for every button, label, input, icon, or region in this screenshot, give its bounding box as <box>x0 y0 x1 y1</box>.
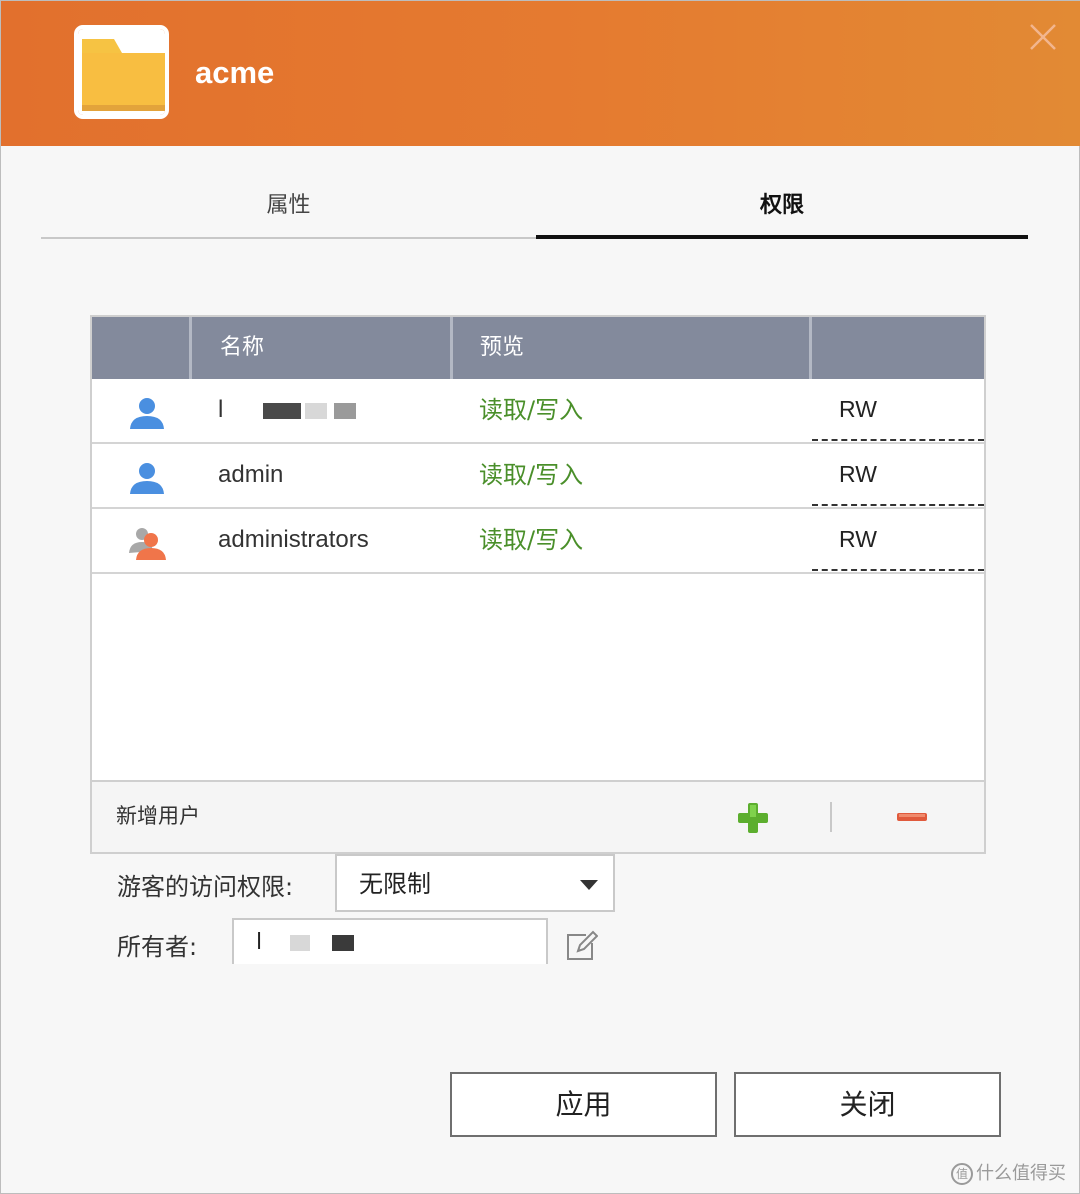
chevron-down-icon <box>580 880 598 890</box>
redacted-block <box>334 402 357 419</box>
minus-icon[interactable] <box>896 812 928 822</box>
toolbar-divider <box>830 802 832 832</box>
folder-icon <box>74 25 169 119</box>
row-name: admin <box>218 461 284 488</box>
table-header: 名称 预览 <box>92 317 984 379</box>
group-icon <box>129 528 166 560</box>
redacted-block <box>332 935 355 951</box>
access-level-select[interactable]: RW <box>812 456 984 506</box>
guest-access-select[interactable]: 无限制 <box>335 854 615 912</box>
column-divider[interactable] <box>809 317 812 379</box>
apply-button[interactable]: 应用 <box>450 1072 717 1137</box>
tab-properties[interactable]: 属性 <box>41 181 536 239</box>
user-icon <box>130 398 164 429</box>
table-row[interactable]: admin 读取/写入 RW <box>92 444 984 509</box>
row-name: l <box>218 379 357 441</box>
access-level-select[interactable]: RW <box>812 521 984 571</box>
column-divider[interactable] <box>450 317 453 379</box>
tab-bar: 属性 权限 <box>41 181 1033 239</box>
dialog-header: acme <box>1 1 1080 146</box>
edit-icon[interactable] <box>564 929 598 963</box>
user-icon <box>130 463 164 494</box>
folder-properties-dialog: acme 属性 权限 名称 预览 l 读取/写入 RW admin 读取/写入 … <box>0 0 1080 1194</box>
close-icon[interactable] <box>1027 21 1059 53</box>
permissions-table: 名称 预览 l 读取/写入 RW admin 读取/写入 RW administ… <box>90 315 986 854</box>
dialog-title: acme <box>195 55 275 90</box>
redacted-block <box>305 402 328 419</box>
column-header-preview[interactable]: 预览 <box>480 317 524 379</box>
redacted-block <box>262 402 301 419</box>
table-row[interactable]: l 读取/写入 RW <box>92 379 984 444</box>
row-name: administrators <box>218 526 369 553</box>
table-row[interactable]: administrators 读取/写入 RW <box>92 509 984 574</box>
guest-access-label: 游客的访问权限: <box>117 873 294 901</box>
column-divider[interactable] <box>189 317 192 379</box>
guest-access-value: 无限制 <box>359 870 431 898</box>
tab-permissions[interactable]: 权限 <box>536 181 1028 239</box>
row-permission: 读取/写入 <box>479 461 584 489</box>
owner-field[interactable]: l <box>232 918 548 964</box>
row-permission: 读取/写入 <box>479 396 584 424</box>
tab-properties-label: 属性 <box>266 193 311 218</box>
owner-value-text: l <box>256 930 263 955</box>
watermark-text: 什么值得买 <box>976 1163 1066 1184</box>
table-footer: 新增用户 <box>92 780 984 852</box>
column-header-name[interactable]: 名称 <box>220 317 264 379</box>
redacted-block <box>290 935 311 951</box>
owner-label: 所有者: <box>117 933 198 961</box>
add-user-label: 新增用户 <box>116 804 200 828</box>
watermark: 值什么值得买 <box>951 1159 1066 1185</box>
close-button[interactable]: 关闭 <box>734 1072 1001 1137</box>
row-name-text: l <box>218 396 224 423</box>
owner-value: l <box>256 930 355 955</box>
tab-permissions-label: 权限 <box>759 193 804 218</box>
access-level-select[interactable]: RW <box>812 391 984 441</box>
watermark-logo: 值 <box>951 1163 973 1185</box>
plus-icon[interactable] <box>737 802 769 834</box>
row-permission: 读取/写入 <box>479 526 584 554</box>
